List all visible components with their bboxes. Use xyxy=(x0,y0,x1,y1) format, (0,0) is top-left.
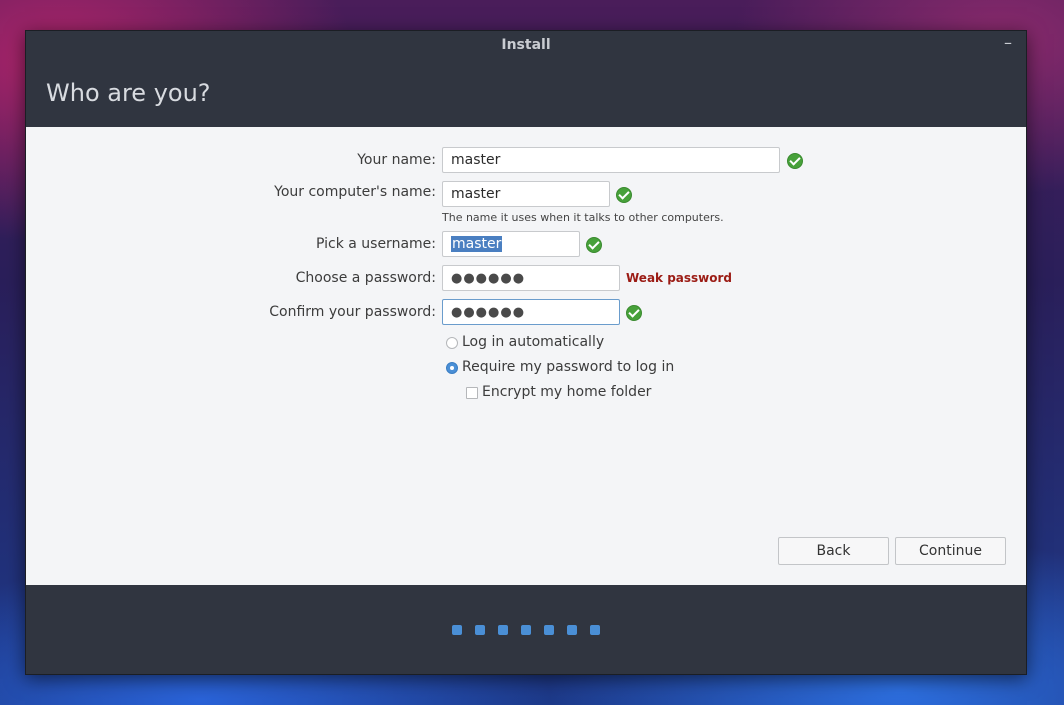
back-button[interactable]: Back xyxy=(778,537,889,565)
computer-name-hint: The name it uses when it talks to other … xyxy=(442,211,724,224)
page-title: Who are you? xyxy=(46,79,211,107)
window-title: Install xyxy=(501,37,551,53)
encrypt-home-checkbox[interactable] xyxy=(466,387,478,399)
encrypt-home-label[interactable]: Encrypt my home folder xyxy=(482,384,651,400)
computer-name-input[interactable]: master xyxy=(442,181,610,207)
progress-step-dot xyxy=(475,625,485,635)
confirm-password-value: ●●●●●● xyxy=(451,305,526,320)
progress-footer xyxy=(26,585,1026,674)
username-input[interactable]: master xyxy=(442,231,580,257)
progress-step-dot xyxy=(590,625,600,635)
progress-step-dot xyxy=(452,625,462,635)
auto-login-label[interactable]: Log in automatically xyxy=(462,334,604,350)
password-input[interactable]: ●●●●●● xyxy=(442,265,620,291)
confirm-password-input[interactable]: ●●●●●● xyxy=(442,299,620,325)
confirm-password-label: Confirm your password: xyxy=(269,304,436,320)
require-password-radio[interactable] xyxy=(446,362,458,374)
progress-step-dot xyxy=(521,625,531,635)
title-bar: Install – Who are you? xyxy=(26,31,1026,127)
computer-name-value: master xyxy=(451,186,501,202)
confirm-password-valid-icon xyxy=(626,305,642,321)
installer-window: Install – Who are you? Your name: master… xyxy=(25,30,1027,675)
computer-name-valid-icon xyxy=(616,187,632,203)
password-label: Choose a password: xyxy=(295,270,436,286)
username-label: Pick a username: xyxy=(315,236,436,252)
require-password-label[interactable]: Require my password to log in xyxy=(462,359,674,375)
auto-login-radio[interactable] xyxy=(446,337,458,349)
password-value: ●●●●●● xyxy=(451,271,526,286)
name-valid-icon xyxy=(787,153,803,169)
progress-step-dot xyxy=(498,625,508,635)
name-input[interactable]: master xyxy=(442,147,780,173)
password-strength: Weak password xyxy=(626,271,733,285)
continue-button[interactable]: Continue xyxy=(895,537,1006,565)
progress-step-dot xyxy=(567,625,577,635)
username-valid-icon xyxy=(586,237,602,253)
computer-name-label: Your computer's name: xyxy=(274,184,436,200)
username-value: master xyxy=(451,236,503,252)
name-value: master xyxy=(451,152,501,168)
name-label: Your name: xyxy=(357,152,436,168)
minimize-icon[interactable]: – xyxy=(1000,33,1016,52)
form-area: Your name: master Your computer's name: … xyxy=(26,127,1026,585)
progress-step-dot xyxy=(544,625,554,635)
